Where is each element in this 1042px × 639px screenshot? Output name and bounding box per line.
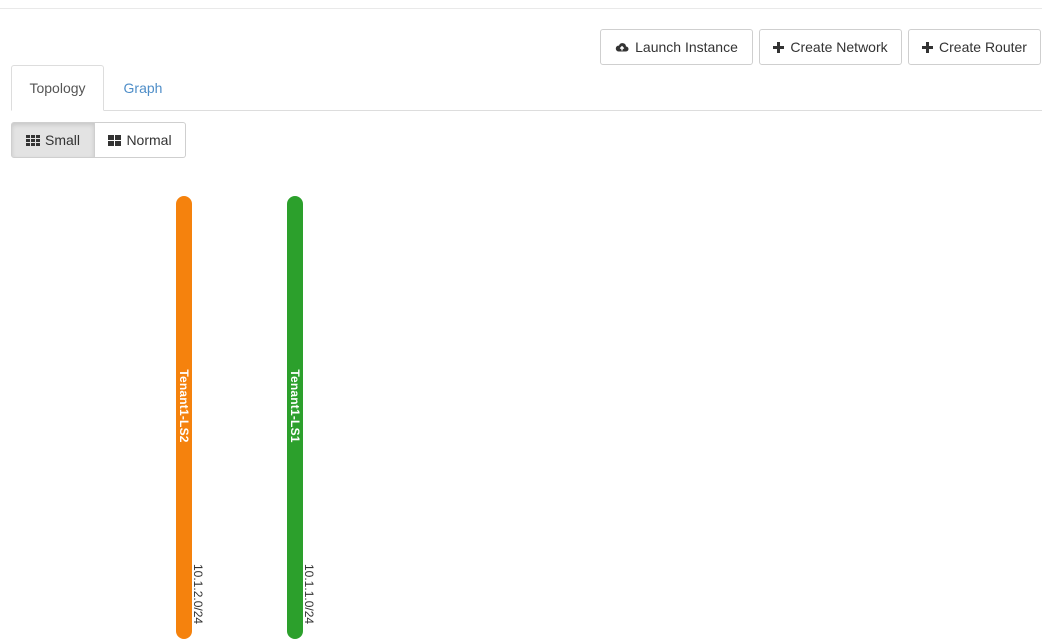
top-divider bbox=[0, 8, 1042, 9]
normal-view-button[interactable]: Normal bbox=[95, 122, 186, 158]
th-large-icon bbox=[108, 134, 122, 146]
network-cidr-label: 10.1.2.0/24 bbox=[191, 564, 205, 625]
view-tabs: Topology Graph bbox=[11, 65, 1042, 111]
create-router-label: Create Router bbox=[939, 39, 1027, 55]
network-cidr: 10.1.2.0/24 bbox=[190, 564, 206, 639]
network-name: Tenant1-LS2 bbox=[177, 369, 191, 443]
network-cidr-label: 10.1.1.0/24 bbox=[302, 564, 316, 625]
network-name: Tenant1-LS1 bbox=[288, 369, 302, 443]
normal-view-label: Normal bbox=[126, 132, 172, 148]
small-view-button[interactable]: Small bbox=[11, 122, 95, 158]
create-router-button[interactable]: Create Router bbox=[908, 29, 1041, 65]
plus-icon bbox=[773, 41, 785, 53]
launch-instance-label: Launch Instance bbox=[635, 39, 738, 55]
tab-topology-label: Topology bbox=[29, 80, 86, 96]
small-view-label: Small bbox=[44, 132, 80, 148]
size-toggle: Small Normal bbox=[11, 122, 186, 158]
cloud-upload-icon bbox=[615, 41, 629, 53]
topology-actions: Launch Instance Create Network Create Ro… bbox=[600, 29, 1041, 65]
plus-icon bbox=[922, 41, 934, 53]
create-network-label: Create Network bbox=[790, 39, 888, 55]
tab-graph[interactable]: Graph bbox=[104, 65, 182, 110]
th-icon bbox=[25, 134, 40, 146]
network-cidr: 10.1.1.0/24 bbox=[301, 564, 317, 639]
tab-topology[interactable]: Topology bbox=[11, 65, 104, 111]
create-network-button[interactable]: Create Network bbox=[759, 29, 902, 65]
tab-graph-label: Graph bbox=[123, 79, 163, 96]
launch-instance-button[interactable]: Launch Instance bbox=[600, 29, 753, 65]
